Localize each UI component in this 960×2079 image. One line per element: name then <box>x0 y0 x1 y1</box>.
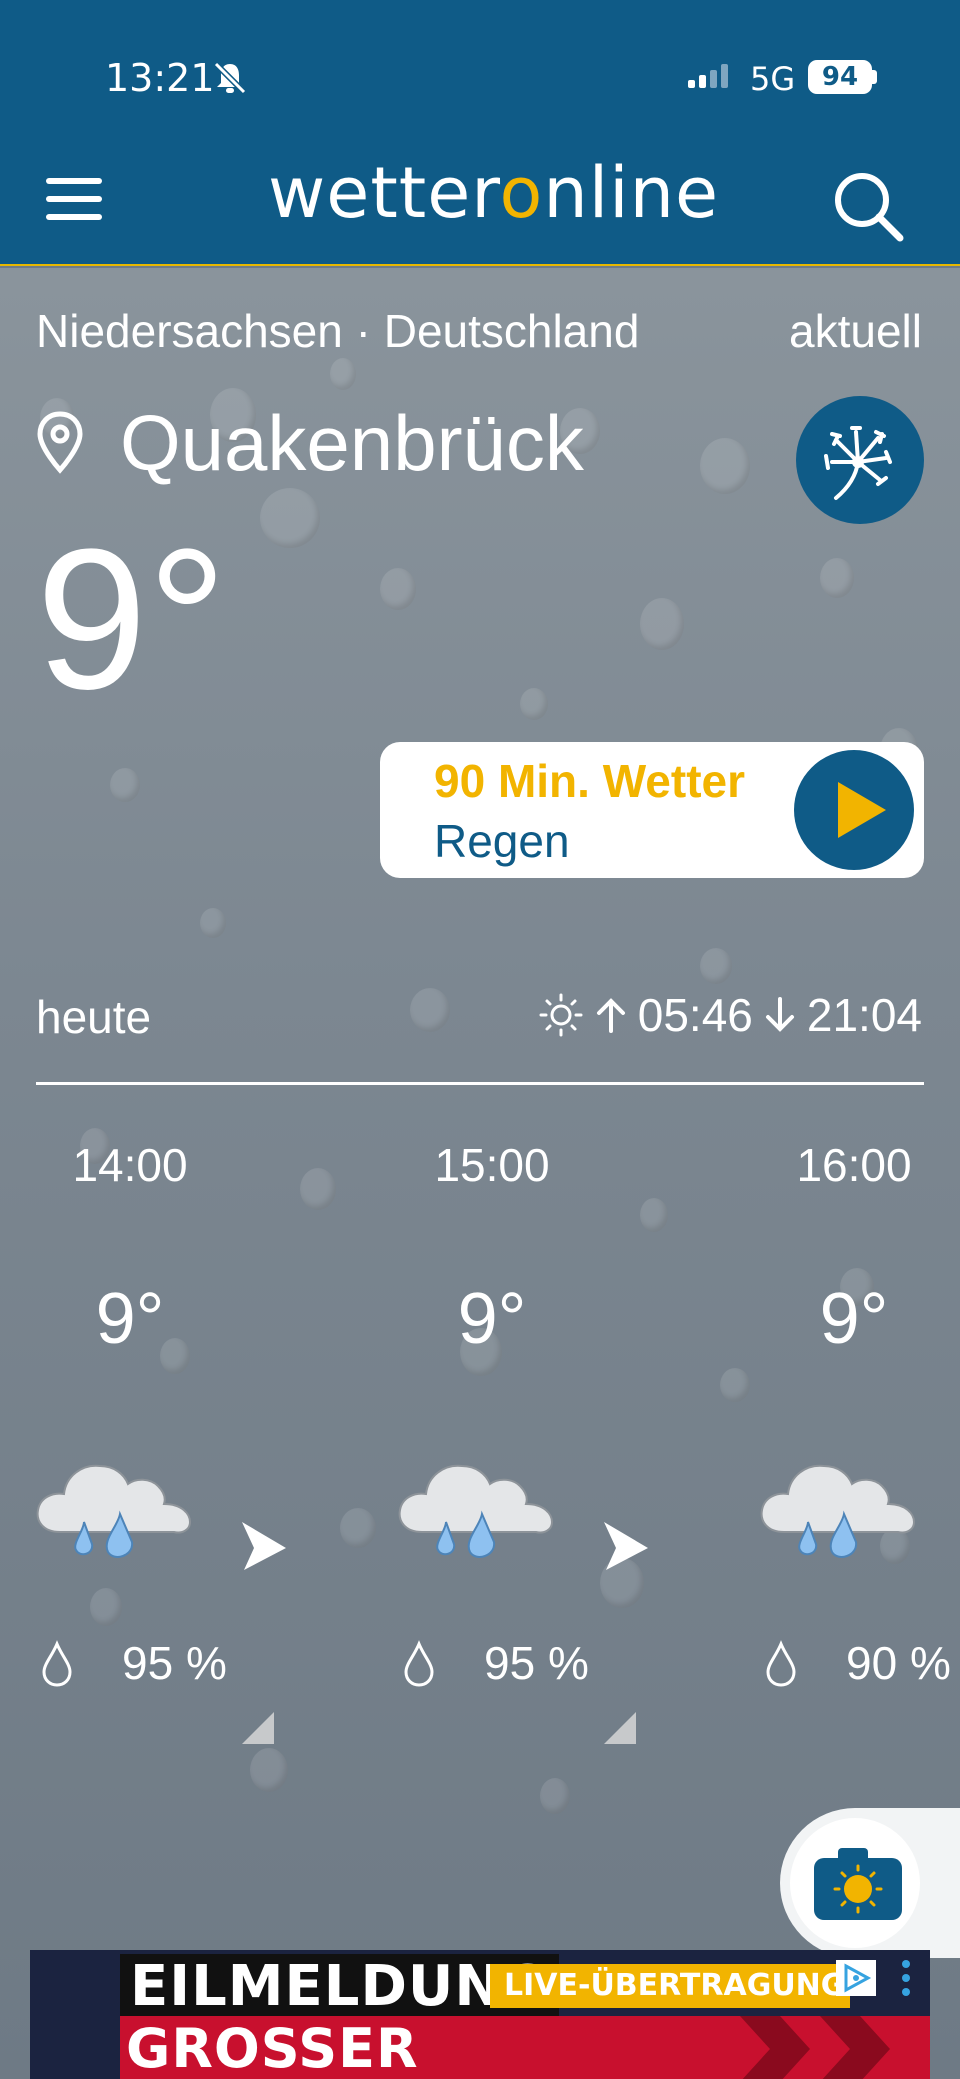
logo-text-1: wetter <box>268 152 500 234</box>
precip-probability: 95 % <box>484 1637 589 1689</box>
search-icon[interactable] <box>830 168 906 244</box>
battery-tip <box>872 70 877 84</box>
logo-globe: o <box>499 152 544 234</box>
network-type: 5G <box>750 60 796 98</box>
arrow-down-icon <box>765 997 794 1032</box>
status-time: 13:21 <box>105 56 215 100</box>
wind-direction-icon <box>242 1522 286 1570</box>
droplet-icon <box>766 1640 796 1687</box>
camera-fab-container <box>780 1808 960 1958</box>
bell-off-icon <box>213 61 247 95</box>
signal-icon <box>688 64 728 88</box>
precip-probability: 90 % <box>846 1637 951 1689</box>
app-header: 13:21 5G 94 wetteronline <box>0 0 960 266</box>
wind-direction-icon <box>604 1522 648 1570</box>
sunset-time: 21:04 <box>806 989 922 1041</box>
rain-cloud-icon <box>398 1464 554 1558</box>
nowcast-title: 90 Min. Wetter <box>434 755 745 807</box>
rain-cloud-icon <box>36 1464 192 1558</box>
pollen-button[interactable] <box>796 396 924 524</box>
sunrise-time: 05:46 <box>637 989 753 1041</box>
camera-button[interactable] <box>790 1818 920 1948</box>
play-button[interactable] <box>794 750 914 870</box>
nowcast-card[interactable]: 90 Min. Wetter Regen <box>380 742 924 878</box>
sun-icon <box>539 993 583 1037</box>
expand-corner-icon[interactable] <box>604 1712 636 1744</box>
nowcast-subtitle: Regen <box>434 815 570 867</box>
droplet-icon <box>42 1640 72 1687</box>
hour-time: 14:00 <box>72 1139 188 1191</box>
region-label: Niedersachsen · Deutschland <box>36 305 640 357</box>
camera-sun-icon <box>814 1848 902 1920</box>
rain-cloud-icon <box>760 1464 916 1558</box>
hour-temperature: 9° <box>95 1279 165 1359</box>
ad-more-icon[interactable] <box>898 1958 914 1998</box>
chevrons-icon <box>740 2016 890 2079</box>
ad-arrows <box>720 2016 930 2079</box>
menu-bar <box>46 214 102 220</box>
ad-choices-icon[interactable] <box>836 1960 876 1996</box>
menu-bar <box>46 196 102 202</box>
location-pin-icon <box>37 411 83 474</box>
ad-subline: GROSSER SKANDAL <box>120 2016 720 2079</box>
today-label: heute <box>36 991 152 1043</box>
hour-temperature: 9° <box>819 1279 889 1359</box>
logo-text-2: nline <box>543 152 720 234</box>
city-name[interactable]: Quakenbrück <box>120 398 584 489</box>
ad-banner[interactable]: EILMELDUNG LIVE-ÜBERTRAGUNG GROSSER SKAN… <box>30 1950 930 2079</box>
sun-times: 05:46 21:04 <box>538 988 922 1042</box>
precip-probability: 95 % <box>122 1637 227 1689</box>
mode-label[interactable]: aktuell <box>789 304 922 358</box>
arrow-up-icon <box>596 998 625 1033</box>
play-icon <box>838 782 886 838</box>
hour-temperature: 9° <box>457 1279 527 1359</box>
menu-bar <box>46 178 102 184</box>
ad-tag: LIVE-ÜBERTRAGUNG <box>490 1964 850 2008</box>
hour-time: 16:00 <box>796 1139 912 1191</box>
current-temperature: 9° <box>36 508 228 731</box>
dandelion-icon <box>824 426 892 500</box>
divider <box>36 1082 924 1085</box>
menu-button[interactable] <box>46 178 102 222</box>
expand-corner-icon[interactable] <box>242 1712 274 1744</box>
droplet-icon <box>404 1640 434 1687</box>
app-logo: wetteronline <box>268 152 719 234</box>
battery-indicator: 94 <box>808 60 872 94</box>
hour-time: 15:00 <box>434 1139 550 1191</box>
